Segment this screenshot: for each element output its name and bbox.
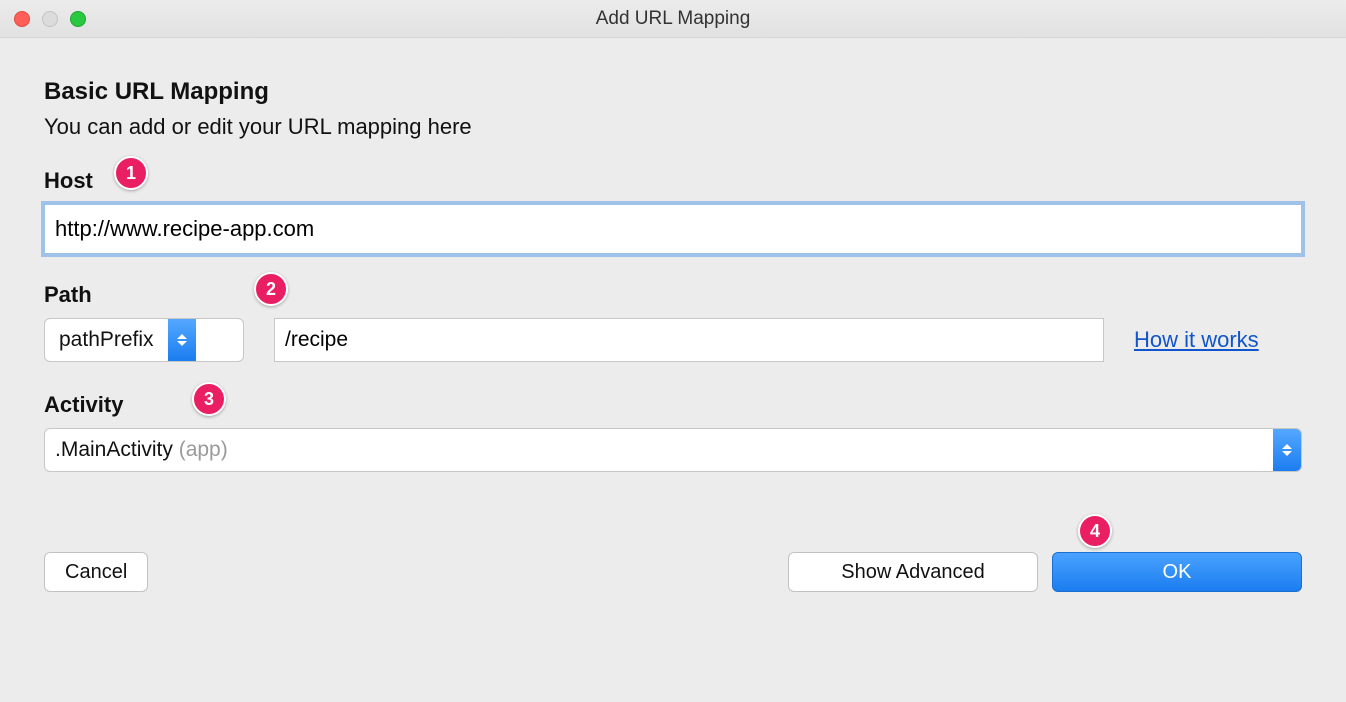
show-advanced-button[interactable]: Show Advanced — [788, 552, 1038, 592]
host-input[interactable] — [44, 204, 1302, 254]
path-input[interactable] — [274, 318, 1104, 362]
host-label: Host — [44, 168, 1302, 194]
titlebar: Add URL Mapping — [0, 0, 1346, 38]
activity-label: Activity — [44, 392, 1302, 418]
activity-select[interactable]: .MainActivity (app) — [44, 428, 1302, 472]
window-title: Add URL Mapping — [0, 8, 1346, 30]
path-label: Path — [44, 282, 1302, 308]
cancel-button[interactable]: Cancel — [44, 552, 148, 592]
chevron-updown-icon — [168, 319, 196, 361]
how-it-works-link[interactable]: How it works — [1134, 327, 1259, 353]
section-title: Basic URL Mapping — [44, 78, 1302, 106]
activity-module: (app) — [179, 438, 228, 461]
annotation-marker-4: 4 — [1078, 514, 1112, 548]
annotation-marker-3: 3 — [192, 382, 226, 416]
ok-button[interactable]: OK — [1052, 552, 1302, 592]
annotation-marker-2: 2 — [254, 272, 288, 306]
dialog-content: Basic URL Mapping You can add or edit yo… — [0, 38, 1346, 592]
section-description: You can add or edit your URL mapping her… — [44, 114, 1302, 140]
chevron-updown-icon — [1273, 429, 1301, 471]
activity-selected: .MainActivity (app) — [45, 438, 1273, 462]
annotation-marker-1: 1 — [114, 156, 148, 190]
activity-name: .MainActivity — [55, 438, 173, 461]
path-type-select[interactable]: pathPrefix — [44, 318, 244, 362]
path-type-selected: pathPrefix — [45, 328, 168, 352]
